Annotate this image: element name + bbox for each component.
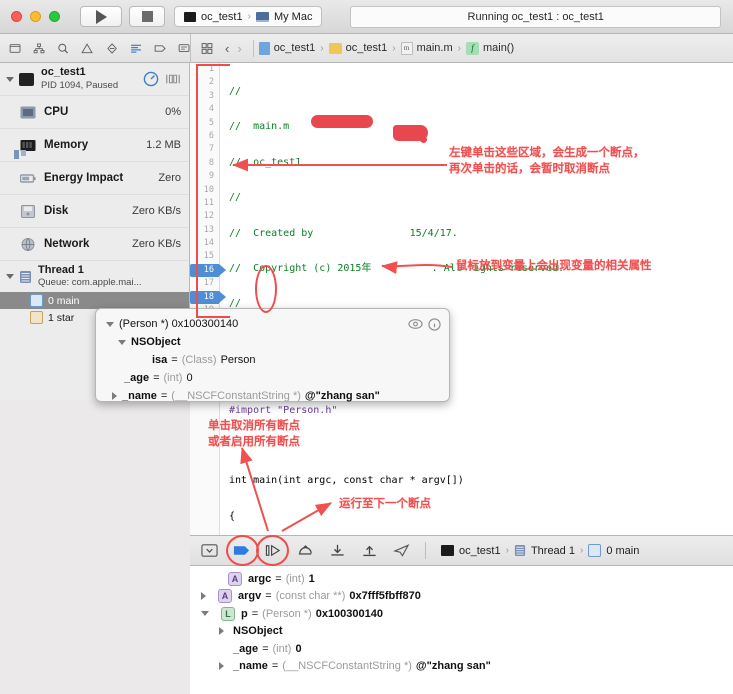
annotation-arrow-continue: [281, 502, 332, 532]
annotation-ellipse-continue-button: [256, 535, 289, 566]
annotation-arrow-hover: [381, 261, 453, 275]
annotation-arrow-deactivate: [240, 447, 269, 532]
annotation-ellipse-deactivate-button: [226, 535, 259, 566]
annotation-overlay: [232, 158, 453, 532]
annotation-ellipse-variable: [255, 265, 277, 313]
xcode-window: oc_test1 › My Mac Running oc_test1 : oc_…: [0, 0, 733, 694]
